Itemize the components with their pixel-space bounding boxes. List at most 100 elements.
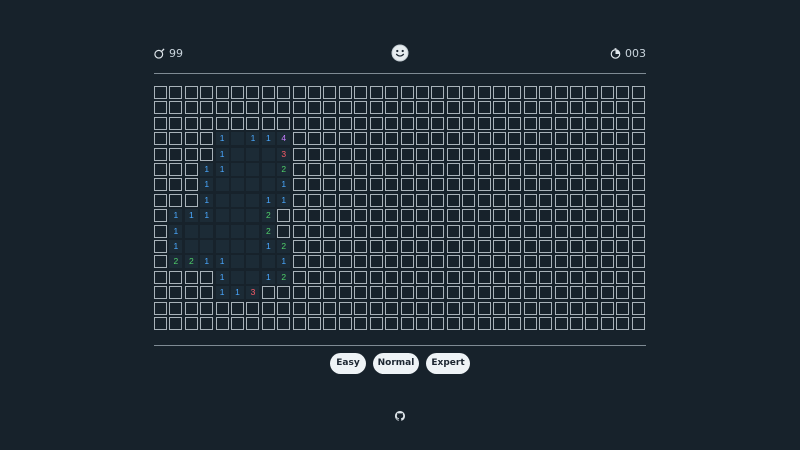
hidden-cell[interactable] bbox=[369, 193, 383, 207]
hidden-cell[interactable] bbox=[292, 116, 306, 130]
hidden-cell[interactable] bbox=[554, 193, 568, 207]
hidden-cell[interactable] bbox=[554, 301, 568, 315]
hidden-cell[interactable] bbox=[616, 163, 630, 177]
hidden-cell[interactable] bbox=[616, 178, 630, 192]
hidden-cell[interactable] bbox=[261, 317, 275, 331]
hidden-cell[interactable] bbox=[369, 301, 383, 315]
hidden-cell[interactable] bbox=[154, 317, 167, 331]
hidden-cell[interactable] bbox=[338, 178, 352, 192]
hidden-cell[interactable] bbox=[292, 270, 306, 284]
hidden-cell[interactable] bbox=[477, 317, 491, 331]
hidden-cell[interactable] bbox=[385, 270, 399, 284]
hidden-cell[interactable] bbox=[631, 224, 645, 238]
hidden-cell[interactable] bbox=[277, 86, 291, 99]
hidden-cell[interactable] bbox=[308, 178, 322, 192]
hidden-cell[interactable] bbox=[292, 286, 306, 300]
hidden-cell[interactable] bbox=[492, 240, 506, 254]
hidden-cell[interactable] bbox=[200, 132, 214, 146]
hidden-cell[interactable] bbox=[369, 132, 383, 146]
hidden-cell[interactable] bbox=[523, 286, 537, 300]
hidden-cell[interactable] bbox=[600, 224, 614, 238]
hidden-cell[interactable] bbox=[477, 163, 491, 177]
hidden-cell[interactable] bbox=[415, 255, 429, 269]
smiley-face-icon[interactable] bbox=[391, 44, 409, 62]
hidden-cell[interactable] bbox=[631, 209, 645, 223]
hidden-cell[interactable] bbox=[600, 209, 614, 223]
hidden-cell[interactable] bbox=[600, 116, 614, 130]
hidden-cell[interactable] bbox=[600, 178, 614, 192]
hidden-cell[interactable] bbox=[338, 317, 352, 331]
hidden-cell[interactable] bbox=[415, 224, 429, 238]
hidden-cell[interactable] bbox=[631, 240, 645, 254]
hidden-cell[interactable] bbox=[338, 301, 352, 315]
hidden-cell[interactable] bbox=[523, 101, 537, 115]
hidden-cell[interactable] bbox=[554, 163, 568, 177]
hidden-cell[interactable] bbox=[431, 255, 445, 269]
hidden-cell[interactable] bbox=[154, 255, 167, 269]
hidden-cell[interactable] bbox=[323, 132, 337, 146]
hidden-cell[interactable] bbox=[569, 101, 583, 115]
hidden-cell[interactable] bbox=[431, 209, 445, 223]
hidden-cell[interactable] bbox=[600, 286, 614, 300]
hidden-cell[interactable] bbox=[169, 317, 183, 331]
hidden-cell[interactable] bbox=[184, 116, 198, 130]
hidden-cell[interactable] bbox=[261, 116, 275, 130]
hidden-cell[interactable] bbox=[569, 116, 583, 130]
hidden-cell[interactable] bbox=[415, 193, 429, 207]
hidden-cell[interactable] bbox=[585, 147, 599, 161]
hidden-cell[interactable] bbox=[323, 301, 337, 315]
hidden-cell[interactable] bbox=[554, 101, 568, 115]
hidden-cell[interactable] bbox=[338, 240, 352, 254]
hidden-cell[interactable] bbox=[569, 86, 583, 99]
hidden-cell[interactable] bbox=[554, 317, 568, 331]
hidden-cell[interactable] bbox=[308, 163, 322, 177]
hidden-cell[interactable] bbox=[415, 178, 429, 192]
hidden-cell[interactable] bbox=[492, 317, 506, 331]
hidden-cell[interactable] bbox=[369, 270, 383, 284]
hidden-cell[interactable] bbox=[323, 286, 337, 300]
hidden-cell[interactable] bbox=[154, 147, 167, 161]
hidden-cell[interactable] bbox=[539, 255, 553, 269]
hidden-cell[interactable] bbox=[200, 270, 214, 284]
hidden-cell[interactable] bbox=[169, 178, 183, 192]
hidden-cell[interactable] bbox=[385, 317, 399, 331]
hidden-cell[interactable] bbox=[569, 301, 583, 315]
hidden-cell[interactable] bbox=[308, 209, 322, 223]
hidden-cell[interactable] bbox=[338, 116, 352, 130]
hidden-cell[interactable] bbox=[554, 270, 568, 284]
hidden-cell[interactable] bbox=[616, 224, 630, 238]
hidden-cell[interactable] bbox=[369, 317, 383, 331]
hidden-cell[interactable] bbox=[200, 317, 214, 331]
hidden-cell[interactable] bbox=[508, 286, 522, 300]
hidden-cell[interactable] bbox=[631, 132, 645, 146]
hidden-cell[interactable] bbox=[539, 270, 553, 284]
hidden-cell[interactable] bbox=[616, 147, 630, 161]
hidden-cell[interactable] bbox=[261, 301, 275, 315]
hidden-cell[interactable] bbox=[508, 317, 522, 331]
hidden-cell[interactable] bbox=[569, 317, 583, 331]
hidden-cell[interactable] bbox=[631, 286, 645, 300]
hidden-cell[interactable] bbox=[508, 301, 522, 315]
hidden-cell[interactable] bbox=[415, 86, 429, 99]
hidden-cell[interactable] bbox=[446, 286, 460, 300]
hidden-cell[interactable] bbox=[292, 301, 306, 315]
hidden-cell[interactable] bbox=[385, 255, 399, 269]
hidden-cell[interactable] bbox=[431, 193, 445, 207]
hidden-cell[interactable] bbox=[569, 209, 583, 223]
hidden-cell[interactable] bbox=[569, 193, 583, 207]
hidden-cell[interactable] bbox=[477, 224, 491, 238]
hidden-cell[interactable] bbox=[631, 301, 645, 315]
hidden-cell[interactable] bbox=[492, 163, 506, 177]
hidden-cell[interactable] bbox=[169, 286, 183, 300]
hidden-cell[interactable] bbox=[631, 86, 645, 99]
hidden-cell[interactable] bbox=[431, 101, 445, 115]
hidden-cell[interactable] bbox=[400, 101, 414, 115]
hidden-cell[interactable] bbox=[369, 86, 383, 99]
hidden-cell[interactable] bbox=[369, 147, 383, 161]
hidden-cell[interactable] bbox=[600, 301, 614, 315]
hidden-cell[interactable] bbox=[338, 101, 352, 115]
hidden-cell[interactable] bbox=[554, 178, 568, 192]
hidden-cell[interactable] bbox=[354, 147, 368, 161]
hidden-cell[interactable] bbox=[462, 132, 476, 146]
hidden-cell[interactable] bbox=[431, 132, 445, 146]
